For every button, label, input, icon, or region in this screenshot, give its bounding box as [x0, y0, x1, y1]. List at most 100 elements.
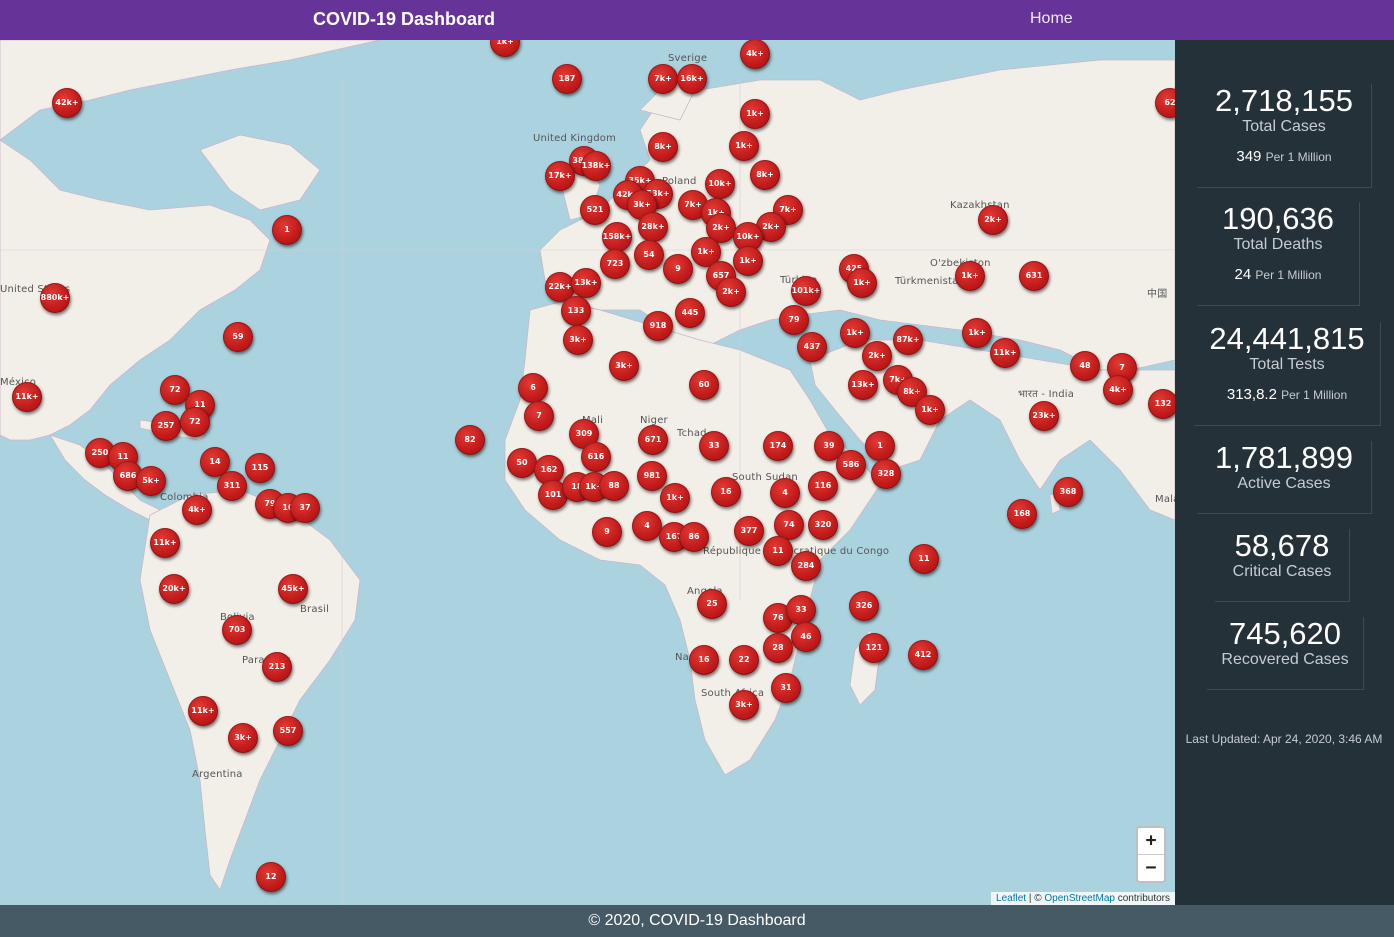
cluster-marker[interactable]: 4 [632, 511, 662, 541]
cluster-marker[interactable]: 28k+ [638, 212, 668, 242]
cluster-marker[interactable]: 1 [865, 431, 895, 461]
cluster-marker[interactable]: 48 [1070, 351, 1100, 381]
cluster-marker[interactable]: 31 [771, 673, 801, 703]
cluster-marker[interactable]: 187 [552, 64, 582, 94]
cluster-marker[interactable]: 87k+ [893, 325, 923, 355]
cluster-marker[interactable]: 3k+ [729, 690, 759, 720]
cluster-marker[interactable]: 23k+ [1029, 401, 1059, 431]
cluster-marker[interactable]: 631 [1019, 261, 1049, 291]
cluster-marker[interactable]: 12 [256, 862, 286, 892]
cluster-marker[interactable]: 1k+ [962, 318, 992, 348]
cluster-marker[interactable]: 2k+ [978, 205, 1008, 235]
cluster-marker[interactable]: 28 [763, 633, 793, 663]
cluster-marker[interactable]: 11 [763, 536, 793, 566]
cluster-marker[interactable]: 11k+ [990, 338, 1020, 368]
cluster-marker[interactable]: 4 [770, 478, 800, 508]
cluster-marker[interactable]: 5k+ [136, 466, 166, 496]
cluster-marker[interactable]: 1k+ [847, 268, 877, 298]
cluster-marker[interactable]: 616 [581, 442, 611, 472]
cluster-marker[interactable]: 4k+ [740, 40, 770, 69]
cluster-marker[interactable]: 121 [859, 633, 889, 663]
cluster-marker[interactable]: 437 [797, 332, 827, 362]
cluster-marker[interactable]: 257 [151, 411, 181, 441]
cluster-marker[interactable]: 37 [290, 493, 320, 523]
cluster-marker[interactable]: 16 [711, 477, 741, 507]
cluster-marker[interactable]: 2k+ [862, 341, 892, 371]
cluster-marker[interactable]: 17k+ [545, 161, 575, 191]
cluster-marker[interactable]: 311 [217, 471, 247, 501]
cluster-marker[interactable]: 1k+ [915, 395, 945, 425]
leaflet-link[interactable]: Leaflet [996, 893, 1026, 904]
cluster-marker[interactable]: 22 [729, 645, 759, 675]
cluster-marker[interactable]: 7k+ [648, 64, 678, 94]
cluster-marker[interactable]: 132 [1148, 389, 1175, 419]
cluster-marker[interactable]: 16k+ [677, 64, 707, 94]
cluster-marker[interactable]: 1k+ [740, 99, 770, 129]
cluster-marker[interactable]: 82 [455, 425, 485, 455]
cluster-marker[interactable]: 86 [679, 522, 709, 552]
cluster-marker[interactable]: 50 [507, 448, 537, 478]
cluster-marker[interactable]: 213 [262, 652, 292, 682]
cluster-marker[interactable]: 703 [222, 615, 252, 645]
cluster-marker[interactable]: 1 [272, 215, 302, 245]
cluster-marker[interactable]: 320 [808, 510, 838, 540]
cluster-marker[interactable]: 1k+ [729, 131, 759, 161]
cluster-marker[interactable]: 11k+ [188, 696, 218, 726]
cluster-marker[interactable]: 445 [675, 298, 705, 328]
cluster-marker[interactable]: 54 [634, 240, 664, 270]
cluster-marker[interactable]: 11 [909, 544, 939, 574]
cluster-marker[interactable]: 8k+ [750, 160, 780, 190]
cluster-marker[interactable]: 72 [180, 407, 210, 437]
cluster-marker[interactable]: 8k+ [648, 132, 678, 162]
cluster-marker[interactable]: 918 [643, 311, 673, 341]
cluster-marker[interactable]: 45k+ [278, 574, 308, 604]
cluster-marker[interactable]: 33 [699, 431, 729, 461]
world-map[interactable]: Sverige United Kingdom Poland Kazakhstan… [0, 40, 1175, 905]
cluster-marker[interactable]: 42k+ [52, 88, 82, 118]
cluster-marker[interactable]: 3k+ [228, 723, 258, 753]
zoom-in-button[interactable]: + [1138, 828, 1164, 855]
cluster-marker[interactable]: 557 [273, 716, 303, 746]
cluster-marker[interactable]: 11k+ [150, 528, 180, 558]
cluster-marker[interactable]: 79 [779, 305, 809, 335]
nav-home-link[interactable]: Home [1030, 10, 1073, 28]
cluster-marker[interactable]: 11k+ [12, 382, 42, 412]
cluster-marker[interactable]: 9 [592, 517, 622, 547]
osm-link[interactable]: OpenStreetMap [1044, 893, 1115, 904]
cluster-marker[interactable]: 13k+ [848, 370, 878, 400]
cluster-marker[interactable]: 101k+ [791, 276, 821, 306]
cluster-marker[interactable]: 13k+ [571, 268, 601, 298]
cluster-marker[interactable]: 158k+ [602, 222, 632, 252]
cluster-marker[interactable]: 46 [791, 622, 821, 652]
cluster-marker[interactable]: 174 [763, 431, 793, 461]
zoom-out-button[interactable]: − [1138, 855, 1164, 881]
cluster-marker[interactable]: 133 [561, 296, 591, 326]
cluster-marker[interactable]: 16 [689, 645, 719, 675]
cluster-marker[interactable]: 6 [518, 373, 548, 403]
cluster-marker[interactable]: 3k+ [609, 351, 639, 381]
brand-link[interactable]: COVID-19 Dashboard [313, 9, 495, 30]
cluster-marker[interactable]: 377 [734, 516, 764, 546]
cluster-marker[interactable]: 1k+ [955, 261, 985, 291]
cluster-marker[interactable]: 7 [524, 401, 554, 431]
cluster-marker[interactable]: 1k+ [840, 318, 870, 348]
cluster-marker[interactable]: 3k+ [563, 325, 593, 355]
cluster-marker[interactable]: 9 [663, 254, 693, 284]
cluster-marker[interactable]: 328 [871, 459, 901, 489]
cluster-marker[interactable]: 586 [836, 450, 866, 480]
cluster-marker[interactable]: 60 [689, 370, 719, 400]
cluster-marker[interactable]: 20k+ [159, 574, 189, 604]
cluster-marker[interactable]: 1k+ [733, 246, 763, 276]
cluster-marker[interactable]: 88 [599, 471, 629, 501]
cluster-marker[interactable]: 2k+ [716, 277, 746, 307]
cluster-marker[interactable]: 10k+ [705, 169, 735, 199]
cluster-marker[interactable]: 59 [223, 322, 253, 352]
cluster-marker[interactable]: 284 [791, 551, 821, 581]
cluster-marker[interactable]: 4k+ [182, 495, 212, 525]
cluster-marker[interactable]: 25 [697, 589, 727, 619]
cluster-marker[interactable]: 880k+ [40, 283, 70, 313]
cluster-marker[interactable]: 671 [638, 425, 668, 455]
cluster-marker[interactable]: 723 [600, 249, 630, 279]
cluster-marker[interactable]: 1k+ [660, 483, 690, 513]
cluster-marker[interactable]: 326 [849, 591, 879, 621]
